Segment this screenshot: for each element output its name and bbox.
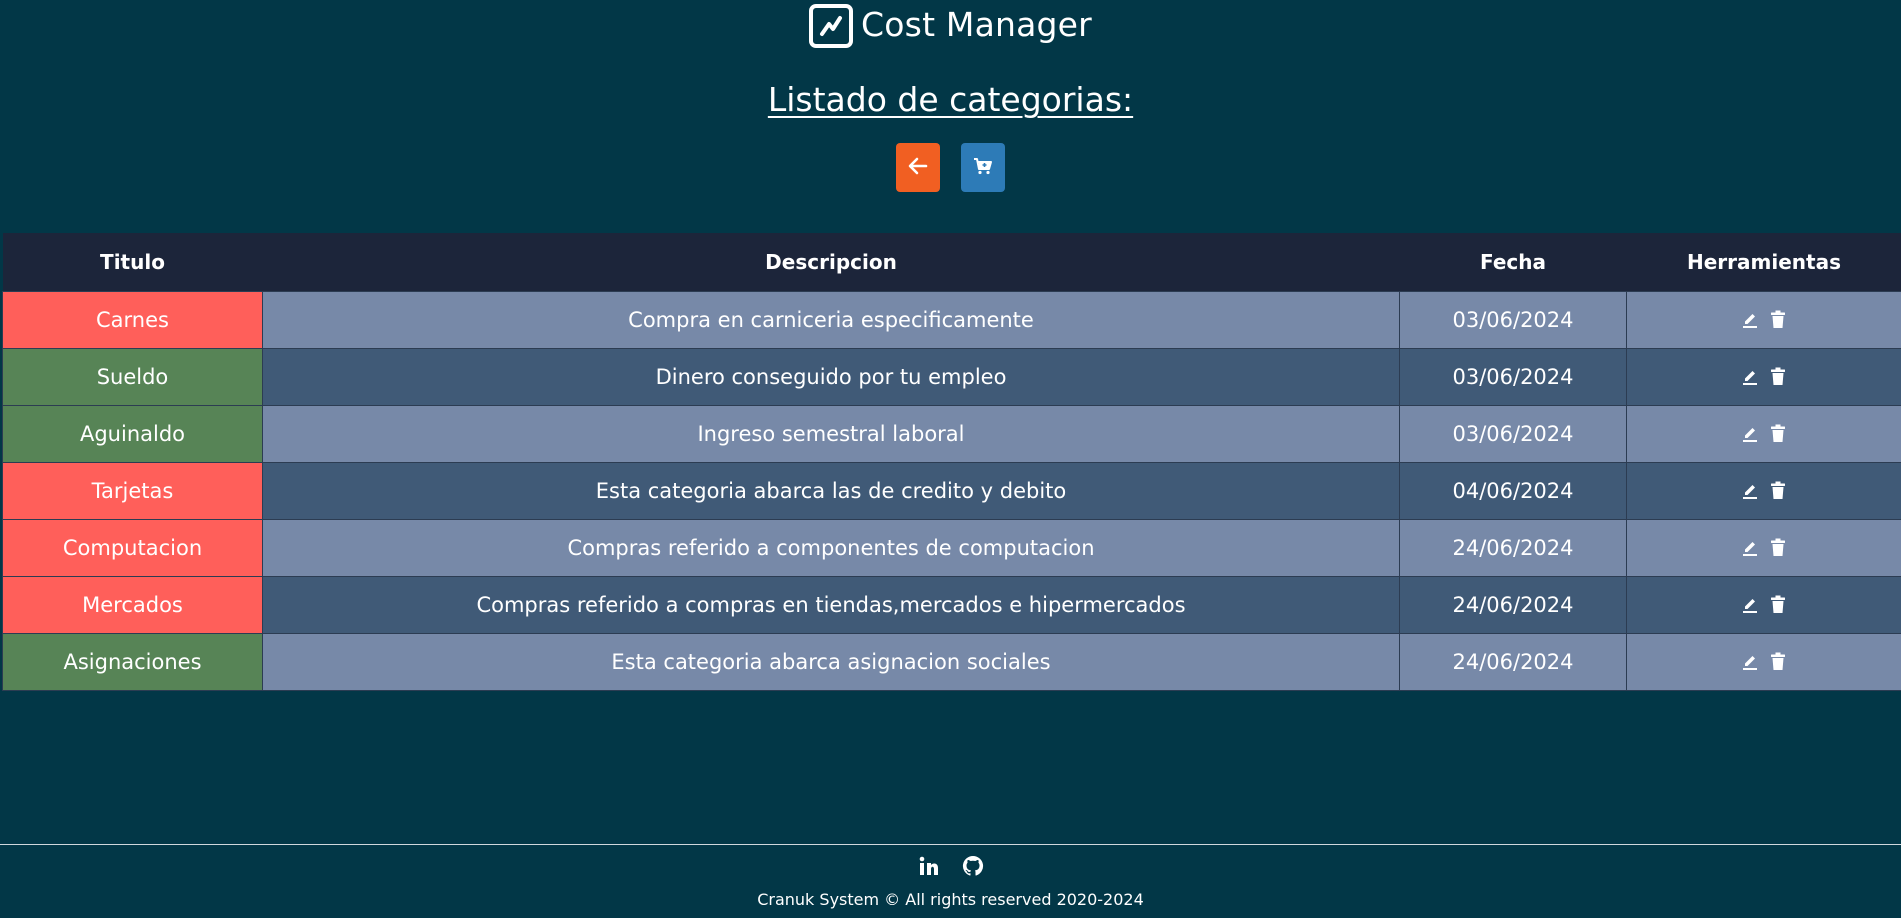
table-row: Aguinaldo Ingreso semestral laboral 03/06/… [2, 404, 1901, 463]
row-tools-group [1627, 424, 1901, 444]
page: Cost Manager Listado de categorias: Titu… [0, 0, 1901, 918]
arrow-left-icon [908, 157, 928, 179]
row-title: Sueldo [2, 347, 263, 406]
trash-icon[interactable] [1769, 424, 1787, 444]
row-tools [1626, 632, 1901, 691]
edit-icon[interactable] [1741, 481, 1759, 501]
row-title: Mercados [2, 575, 263, 634]
row-date: 24/06/2024 [1399, 632, 1627, 691]
cart-plus-icon [973, 157, 993, 179]
row-title: Asignaciones [2, 632, 263, 691]
page-title: Listado de categorias: [767, 80, 1134, 119]
row-tools-group [1627, 538, 1901, 558]
row-title: Carnes [2, 290, 263, 349]
categories-table-wrapper: Titulo Descripcion Fecha Herramientas Ca… [2, 233, 1901, 691]
trash-icon[interactable] [1769, 367, 1787, 387]
categories-table: Titulo Descripcion Fecha Herramientas Ca… [2, 233, 1901, 691]
copyright-text: Cranuk System © All rights reserved 2020… [757, 890, 1144, 909]
row-description: Esta categoria abarca asignacion sociale… [262, 632, 1400, 691]
edit-icon[interactable] [1741, 538, 1759, 558]
row-tools-group [1627, 367, 1901, 387]
row-description: Compras referido a compras en tiendas,me… [262, 575, 1400, 634]
app-title: Cost Manager [861, 4, 1092, 44]
trash-icon[interactable] [1769, 310, 1787, 330]
row-tools-group [1627, 652, 1901, 672]
table-row: Computacion Compras referido a componente… [2, 518, 1901, 577]
github-icon[interactable] [962, 855, 984, 877]
row-tools-group [1627, 595, 1901, 615]
table-header: Titulo Descripcion Fecha Herramientas [2, 233, 1901, 291]
action-bar [0, 143, 1901, 192]
row-tools-group [1627, 481, 1901, 501]
table-body: Carnes Compra en carniceria especificamen… [2, 290, 1901, 691]
table-row: Tarjetas Esta categoria abarca las de cre… [2, 461, 1901, 520]
row-tools [1626, 290, 1901, 349]
row-title: Computacion [2, 518, 263, 577]
trash-icon[interactable] [1769, 481, 1787, 501]
trash-icon[interactable] [1769, 538, 1787, 558]
row-tools [1626, 461, 1901, 520]
table-row: Sueldo Dinero conseguido por tu empleo 03/… [2, 347, 1901, 406]
edit-icon[interactable] [1741, 310, 1759, 330]
table-row: Carnes Compra en carniceria especificamen… [2, 290, 1901, 349]
row-description: Compra en carniceria especificamente [262, 290, 1400, 349]
edit-icon[interactable] [1741, 367, 1759, 387]
row-date: 03/06/2024 [1399, 290, 1627, 349]
row-tools [1626, 518, 1901, 577]
row-date: 03/06/2024 [1399, 347, 1627, 406]
column-header-herramientas: Herramientas [1687, 249, 1841, 274]
row-title: Tarjetas [2, 461, 263, 520]
brand-header: Cost Manager [0, 0, 1901, 52]
edit-icon[interactable] [1741, 595, 1759, 615]
social-links [0, 855, 1901, 877]
table-row: Mercados Compras referido a compras en ti… [2, 575, 1901, 634]
row-description: Dinero conseguido por tu empleo [262, 347, 1400, 406]
row-date: 24/06/2024 [1399, 518, 1627, 577]
column-header-descripcion: Descripcion [765, 249, 897, 274]
row-date: 04/06/2024 [1399, 461, 1627, 520]
row-description: Ingreso semestral laboral [262, 404, 1400, 463]
back-button[interactable] [896, 143, 940, 192]
trend-chart-icon [809, 4, 854, 48]
row-description: Esta categoria abarca las de credito y d… [262, 461, 1400, 520]
trash-icon[interactable] [1769, 652, 1787, 672]
trash-icon[interactable] [1769, 595, 1787, 615]
row-date: 03/06/2024 [1399, 404, 1627, 463]
edit-icon[interactable] [1741, 652, 1759, 672]
row-description: Compras referido a componentes de comput… [262, 518, 1400, 577]
add-cart-button[interactable] [961, 143, 1005, 192]
row-date: 24/06/2024 [1399, 575, 1627, 634]
row-tools [1626, 575, 1901, 634]
column-header-titulo: Titulo [100, 249, 165, 274]
column-header-fecha: Fecha [1479, 249, 1546, 274]
row-tools [1626, 404, 1901, 463]
footer-divider [0, 844, 1901, 845]
table-row: Asignaciones Esta categoria abarca asigna… [2, 632, 1901, 691]
row-tools-group [1627, 310, 1901, 330]
row-title: Aguinaldo [2, 404, 263, 463]
linkedin-icon[interactable] [918, 855, 940, 877]
edit-icon[interactable] [1741, 424, 1759, 444]
row-tools [1626, 347, 1901, 406]
